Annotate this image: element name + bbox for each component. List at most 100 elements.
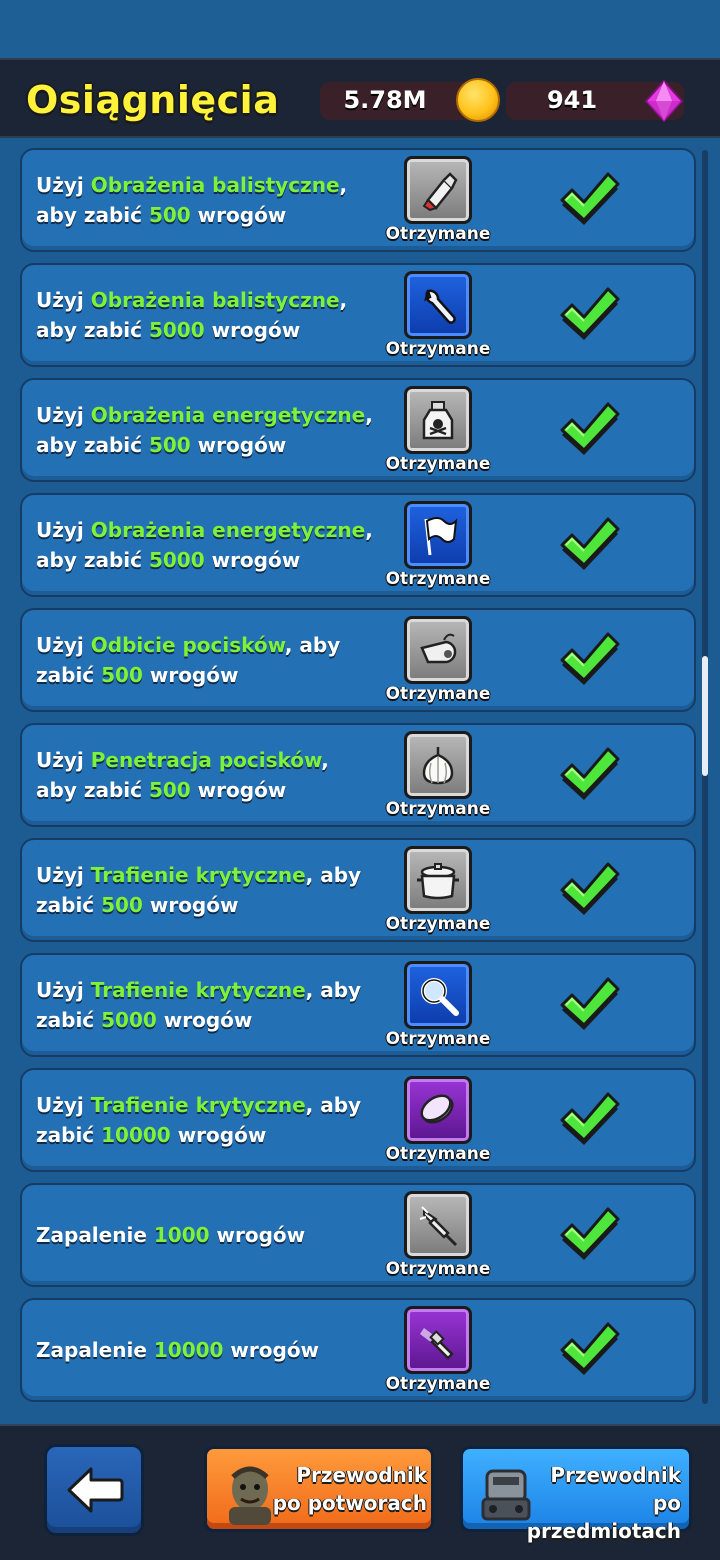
achievement-target-count: 1000 xyxy=(153,1223,210,1247)
achievement-skill-name: Obrażenia balistyczne xyxy=(90,288,340,312)
checkmark-icon xyxy=(560,287,620,340)
achievement-row[interactable]: Użyj Trafienie krytyczne, aby zabić 500 … xyxy=(20,838,696,942)
status-label: Otrzymane xyxy=(385,1374,491,1394)
achievement-row[interactable]: Użyj Obrażenia balistyczne, aby zabić 50… xyxy=(20,263,696,367)
pot-icon xyxy=(417,863,459,900)
magnifier-icon xyxy=(421,978,459,1016)
reward-badge[interactable] xyxy=(404,501,472,569)
achievement-skill-name: Trafienie krytyczne xyxy=(90,1093,306,1117)
glue-tube-icon xyxy=(422,172,458,212)
achievement-suffix: wrogów xyxy=(170,1123,267,1147)
back-arrow-icon xyxy=(67,1467,124,1513)
status-label: Otrzymane xyxy=(385,454,491,474)
status-label: Otrzymane xyxy=(385,339,491,359)
monster-guide-label: Przewodnik po potworach xyxy=(272,1463,427,1515)
checkmark-icon xyxy=(560,977,620,1030)
scrollbar[interactable] xyxy=(702,150,708,1404)
achievement-target-count: 500 xyxy=(101,663,143,687)
item-guide-label: Przewodnik po przedmiotach xyxy=(526,1463,681,1543)
checkmark-icon xyxy=(560,517,620,570)
drill-icon xyxy=(419,1206,458,1247)
flag-icon xyxy=(424,517,458,556)
achievement-row[interactable]: Użyj Obrażenia balistyczne, aby zabić 50… xyxy=(20,148,696,252)
reward-badge[interactable] xyxy=(404,271,472,339)
achievement-row[interactable]: Zapalenie 10000 wrogów Otrzymane xyxy=(20,1298,696,1402)
achievement-skill-name: Obrażenia balistyczne xyxy=(90,173,340,197)
status-label: Otrzymane xyxy=(385,569,491,589)
achievement-suffix: wrogów xyxy=(142,893,239,917)
achievement-prefix: Użyj xyxy=(36,173,91,197)
achievement-prefix: Użyj xyxy=(36,288,91,312)
whistle-icon xyxy=(420,633,457,664)
achievement-row[interactable]: Użyj Trafienie krytyczne, aby zabić 5000… xyxy=(20,953,696,1057)
achievement-description: Użyj Trafienie krytyczne, aby zabić 500 … xyxy=(36,840,376,940)
status-label: Otrzymane xyxy=(385,224,491,244)
achievement-prefix: Użyj xyxy=(36,863,91,887)
achievement-suffix: wrogów xyxy=(190,203,287,227)
achievement-description: Użyj Obrażenia energetyczne, aby zabić 5… xyxy=(36,495,376,595)
reward-badge[interactable] xyxy=(404,846,472,914)
achievement-suffix: wrogów xyxy=(142,663,239,687)
checkmark-icon xyxy=(560,862,620,915)
achievement-row[interactable]: Użyj Trafienie krytyczne, aby zabić 1000… xyxy=(20,1068,696,1172)
achievement-prefix: Użyj xyxy=(36,978,91,1002)
gem-balance[interactable]: 941 xyxy=(506,80,684,122)
gem-icon xyxy=(644,80,684,122)
achievement-description: Zapalenie 10000 wrogów xyxy=(36,1300,376,1400)
reward-badge[interactable] xyxy=(404,386,472,454)
coin-stack-icon xyxy=(420,1094,454,1124)
achievement-row[interactable]: Użyj Obrażenia energetyczne, aby zabić 5… xyxy=(20,493,696,597)
achievement-prefix: Użyj xyxy=(36,403,91,427)
reward-badge[interactable] xyxy=(404,1306,472,1374)
achievement-description: Użyj Trafienie krytyczne, aby zabić 1000… xyxy=(36,1070,376,1170)
back-button[interactable] xyxy=(44,1444,144,1536)
status-label: Otrzymane xyxy=(385,1029,491,1049)
achievement-prefix: Użyj xyxy=(36,1093,91,1117)
reward-badge[interactable] xyxy=(404,1191,472,1259)
achievement-target-count: 10000 xyxy=(101,1123,171,1147)
achievement-target-count: 500 xyxy=(101,893,143,917)
achievement-skill-name: Trafienie krytyczne xyxy=(90,863,306,887)
reward-badge[interactable] xyxy=(404,731,472,799)
achievement-row[interactable]: Użyj Obrażenia energetyczne, aby zabić 5… xyxy=(20,378,696,482)
wrench-icon xyxy=(424,289,456,324)
achievement-description: Użyj Obrażenia energetyczne, aby zabić 5… xyxy=(36,380,376,480)
achievement-target-count: 500 xyxy=(148,778,191,802)
achievement-suffix: wrogów xyxy=(209,1223,306,1247)
page-title: Osiągnięcia xyxy=(26,78,280,122)
status-label: Otrzymane xyxy=(385,1259,491,1279)
coin-balance[interactable]: 5.78M xyxy=(320,78,500,122)
status-label: Otrzymane xyxy=(385,684,491,704)
poison-bottle-icon xyxy=(422,401,454,440)
reward-badge[interactable] xyxy=(404,616,472,684)
achievement-description: Zapalenie 1000 wrogów xyxy=(36,1185,376,1285)
achievement-suffix: wrogów xyxy=(190,433,287,457)
header-bar: Osiągnięcia 5.78M 941 xyxy=(0,58,720,138)
achievement-row[interactable]: Zapalenie 1000 wrogów Otrzymane xyxy=(20,1183,696,1287)
achievement-target-count: 5000 xyxy=(148,318,205,342)
achievement-description: Użyj Obrażenia balistyczne, aby zabić 50… xyxy=(36,150,376,250)
reward-badge[interactable] xyxy=(404,156,472,224)
checkmark-icon xyxy=(560,402,620,455)
achievement-description: Użyj Penetracja pocisków, aby zabić 500 … xyxy=(36,725,376,825)
achievement-target-count: 5000 xyxy=(101,1008,157,1032)
gem-amount: 941 xyxy=(546,86,598,114)
item-guide-button[interactable]: Przewodnik po przedmiotach xyxy=(460,1446,692,1543)
flashlight-icon xyxy=(420,1328,454,1360)
achievement-row[interactable]: Użyj Odbicie pocisków, aby zabić 500 wro… xyxy=(20,608,696,712)
achievement-prefix: Użyj xyxy=(36,633,91,657)
achievement-target-count: 500 xyxy=(148,433,191,457)
garlic-icon xyxy=(422,747,454,785)
achievement-row[interactable]: Użyj Penetracja pocisków, aby zabić 500 … xyxy=(20,723,696,827)
scrollbar-thumb[interactable] xyxy=(702,656,708,776)
achievement-suffix: wrogów xyxy=(223,1338,320,1362)
reward-badge[interactable] xyxy=(404,1076,472,1144)
achievement-description: Użyj Obrażenia balistyczne, aby zabić 50… xyxy=(36,265,376,365)
reward-badge[interactable] xyxy=(404,961,472,1029)
footer-bar: Przewodnik po potworach Przewodnik po pr… xyxy=(0,1424,720,1560)
monster-guide-button[interactable]: Przewodnik po potworach xyxy=(204,1446,434,1532)
coin-icon xyxy=(456,78,500,122)
achievement-prefix: Zapalenie xyxy=(36,1223,154,1247)
status-label: Otrzymane xyxy=(385,1144,491,1164)
achievement-skill-name: Odbicie pocisków xyxy=(90,633,285,657)
